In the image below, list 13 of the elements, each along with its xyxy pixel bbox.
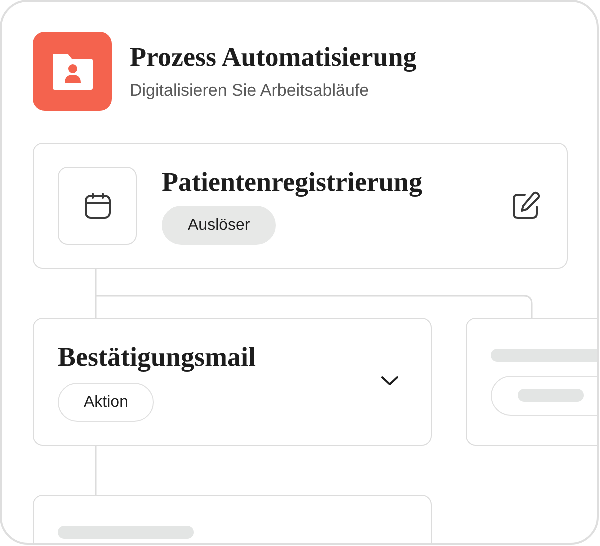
app-title: Prozess Automatisierung: [130, 42, 417, 73]
trigger-card[interactable]: Patientenregistrierung Auslöser: [33, 143, 568, 269]
folder-person-icon: [52, 54, 92, 90]
calendar-icon: [84, 192, 112, 220]
step-tag: Auslöser: [162, 206, 276, 245]
step-tag: Aktion: [58, 383, 154, 422]
action-card[interactable]: Bestätigungsmail Aktion: [33, 318, 432, 446]
step-title: Patientenregistrierung: [162, 167, 422, 198]
chevron-icon[interactable]: [381, 376, 399, 386]
step-title: Bestätigungsmail: [58, 342, 256, 373]
edit-icon[interactable]: [511, 191, 541, 221]
app-subtitle: Digitalisieren Sie Arbeitsabläufe: [130, 81, 370, 101]
placeholder-bar: [518, 389, 584, 402]
